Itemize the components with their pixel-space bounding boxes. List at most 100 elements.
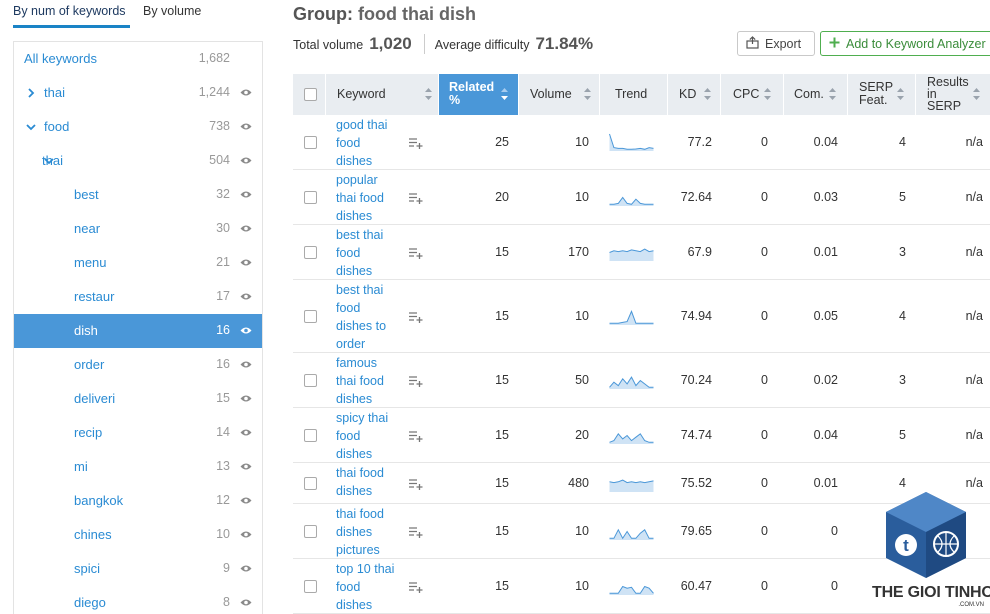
add-to-list-icon[interactable] [409, 311, 423, 323]
com-value: 0.01 [813, 475, 838, 490]
tree-item[interactable]: thai 504 [14, 144, 262, 178]
eye-icon[interactable] [240, 428, 252, 437]
eye-icon[interactable] [240, 292, 252, 301]
keyword-link[interactable]: famous thai food dishes [336, 354, 398, 408]
row-checkbox[interactable] [304, 579, 317, 593]
column-serp-features[interactable]: SERP Feat. [848, 74, 916, 115]
tree-item[interactable]: recip 14 [14, 416, 262, 450]
keyword-link[interactable]: good thai food dishes [336, 116, 398, 170]
column-cpc-label: CPC [733, 87, 760, 101]
eye-icon[interactable] [240, 564, 252, 573]
column-related-label: Related % [449, 80, 495, 107]
com-value: 0.02 [813, 372, 838, 387]
column-volume[interactable]: Volume [519, 74, 600, 115]
tree-item[interactable]: deliveri 15 [14, 382, 262, 416]
column-com[interactable]: Com. [784, 74, 848, 115]
tree-item-label: bangkok [74, 493, 124, 508]
add-to-keyword-analyzer-button[interactable]: Add to Keyword Analyzer [820, 31, 990, 56]
eye-icon[interactable] [240, 190, 252, 199]
keyword-link[interactable]: popular thai food dishes [336, 171, 398, 225]
eye-icon[interactable] [240, 360, 252, 369]
chevron-right-icon[interactable] [26, 88, 36, 98]
eye-icon[interactable] [240, 496, 252, 505]
column-cpc[interactable]: CPC [721, 74, 784, 115]
export-icon [746, 35, 759, 52]
eye-icon[interactable] [240, 598, 252, 607]
tree-item-label: spici [74, 561, 101, 576]
tree-item[interactable]: diego 8 [14, 586, 262, 614]
kd-value: 60.47 [680, 578, 712, 593]
add-to-list-icon[interactable] [409, 137, 423, 149]
column-kd[interactable]: KD [668, 74, 721, 115]
tree-item-label: recip [74, 425, 103, 440]
row-checkbox[interactable] [304, 190, 317, 204]
eye-icon[interactable] [240, 394, 252, 403]
row-checkbox[interactable] [304, 428, 317, 442]
cpc-value: 0 [761, 578, 768, 593]
eye-icon[interactable] [240, 88, 252, 97]
eye-icon[interactable] [240, 258, 252, 267]
watermark-text: THE GIOI TINHOC [872, 584, 990, 601]
row-checkbox[interactable] [304, 245, 317, 259]
keyword-link[interactable]: spicy thai food dishes [336, 409, 398, 463]
tree-item[interactable]: thai 1,244 [14, 76, 262, 110]
export-label: Export [765, 36, 802, 51]
cpc-value: 0 [761, 523, 768, 538]
tab-by-num-keywords[interactable]: By num of keywords [13, 4, 130, 28]
keyword-link[interactable]: thai food dishes [336, 464, 398, 500]
add-to-list-icon[interactable] [409, 247, 423, 259]
row-checkbox[interactable] [304, 309, 317, 323]
serp-features-value: 4 [899, 134, 906, 149]
eye-icon[interactable] [240, 224, 252, 233]
tree-item[interactable]: near 30 [14, 212, 262, 246]
sort-icon [584, 88, 591, 100]
eye-icon[interactable] [240, 530, 252, 539]
column-related[interactable]: Related % [439, 74, 519, 115]
keyword-link[interactable]: top 10 thai food dishes [336, 560, 398, 614]
column-keyword[interactable]: Keyword [326, 74, 439, 115]
column-kd-label: KD [679, 87, 697, 101]
row-checkbox[interactable] [304, 373, 317, 387]
total-volume-label: Total volume [293, 38, 364, 52]
chevron-down-icon[interactable] [26, 122, 36, 132]
keyword-link[interactable]: best thai food dishes to order [336, 281, 398, 353]
tree-item[interactable]: menu 21 [14, 246, 262, 280]
select-all-checkbox[interactable] [304, 88, 317, 101]
tree-item[interactable]: order 16 [14, 348, 262, 382]
tree-item[interactable]: food 738 [14, 110, 262, 144]
tree-item[interactable]: restaur 17 [14, 280, 262, 314]
export-button[interactable]: Export [737, 31, 815, 56]
eye-icon[interactable] [240, 122, 252, 131]
add-to-list-icon[interactable] [409, 478, 423, 490]
row-checkbox[interactable] [304, 135, 317, 149]
volume-value: 10 [575, 523, 589, 538]
tree-item[interactable]: bangkok 12 [14, 484, 262, 518]
tree-item[interactable]: spici 9 [14, 552, 262, 586]
keyword-link[interactable]: best thai food dishes [336, 226, 398, 280]
keyword-link[interactable]: thai food dishes pictures [336, 505, 398, 559]
tab-by-volume[interactable]: By volume [143, 4, 201, 18]
tree-item[interactable]: best 32 [14, 178, 262, 212]
column-keyword-label: Keyword [337, 87, 386, 101]
add-to-list-icon[interactable] [409, 192, 423, 204]
add-to-list-icon[interactable] [409, 581, 423, 593]
tree-item-label: thai [44, 85, 65, 100]
row-checkbox[interactable] [304, 524, 317, 538]
column-results[interactable]: Results in SERP [916, 74, 990, 115]
tree-item[interactable]: dish 16 [14, 314, 262, 348]
table-row: good thai food dishes 25 10 77.2 0 0.04 4 n/a [293, 115, 990, 170]
tree-item[interactable]: chines 10 [14, 518, 262, 552]
tree-item[interactable]: mi 13 [14, 450, 262, 484]
add-to-list-icon[interactable] [409, 375, 423, 387]
eye-icon[interactable] [240, 462, 252, 471]
eye-icon[interactable] [240, 156, 252, 165]
row-checkbox[interactable] [304, 476, 317, 490]
tree-item-count: 12 [216, 493, 230, 507]
add-to-list-icon[interactable] [409, 526, 423, 538]
tree-item[interactable]: All keywords 1,682 [14, 42, 262, 76]
eye-icon[interactable] [240, 326, 252, 335]
tree-item-count: 1,682 [198, 51, 230, 65]
trend-sparkline [609, 585, 654, 595]
add-to-list-icon[interactable] [409, 430, 423, 442]
kd-value: 70.24 [680, 372, 712, 387]
